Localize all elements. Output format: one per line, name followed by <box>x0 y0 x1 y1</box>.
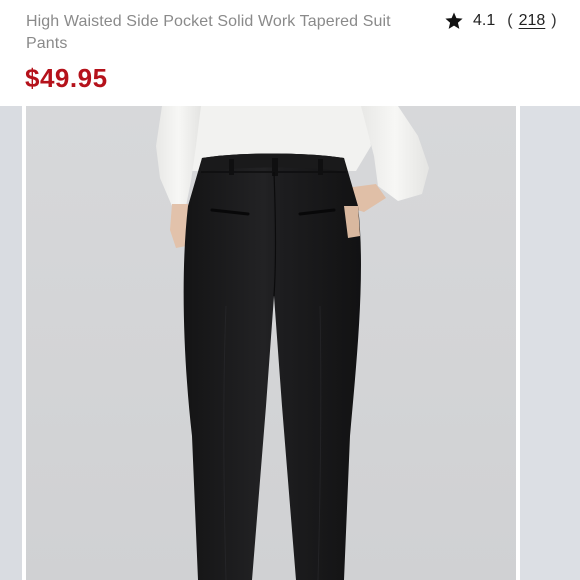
previous-image-peek[interactable] <box>0 106 22 580</box>
rating-open-paren: ( <box>507 12 513 29</box>
product-price: $49.95 <box>25 63 108 93</box>
next-image-peek[interactable] <box>520 106 580 580</box>
product-photo-illustration <box>26 106 516 580</box>
product-image[interactable] <box>26 106 516 580</box>
image-gallery[interactable] <box>0 106 580 580</box>
rating-value: 4.1 <box>473 12 496 29</box>
product-header: High Waisted Side Pocket Solid Work Tape… <box>0 0 580 106</box>
star-icon <box>445 12 463 29</box>
product-rating[interactable]: 4.1 ( 218 ) <box>444 10 557 32</box>
product-title: High Waisted Side Pocket Solid Work Tape… <box>26 13 391 52</box>
review-count-link[interactable]: 218 <box>519 12 546 30</box>
rating-close-paren: ) <box>551 12 557 29</box>
product-page: High Waisted Side Pocket Solid Work Tape… <box>0 0 580 580</box>
